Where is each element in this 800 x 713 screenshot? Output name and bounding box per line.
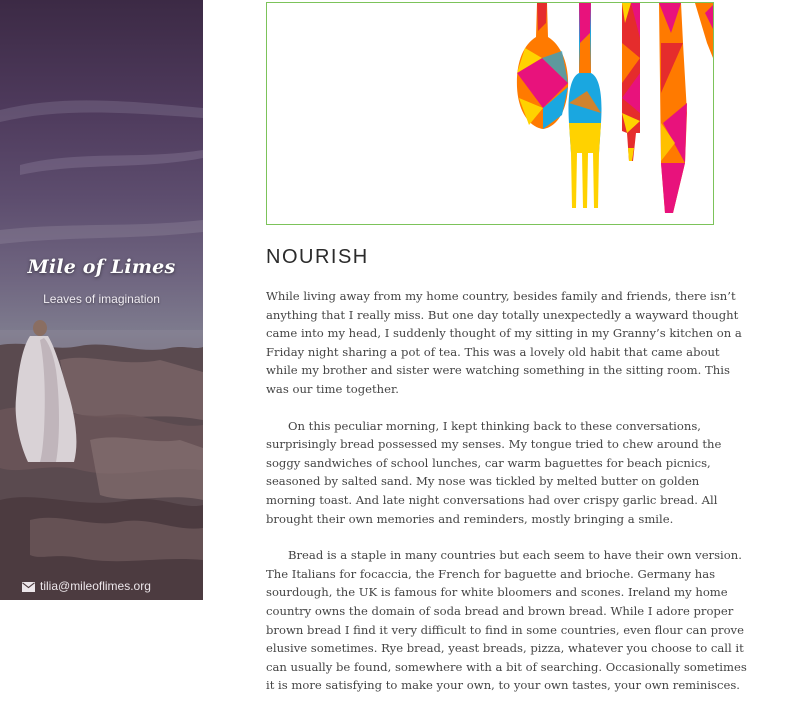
cutlery-illustration <box>516 3 713 213</box>
post-paragraph: On this peculiar morning, I kept thinkin… <box>266 418 722 526</box>
post-paragraph: Bread is a staple in many countries but … <box>266 548 747 693</box>
blade-illustration <box>659 3 687 213</box>
cutlery-illustration-right <box>695 3 713 58</box>
spoon-illustration <box>516 3 569 129</box>
main-content: NOURISH While living away from my home c… <box>266 0 747 692</box>
site-tagline: Leaves of imagination <box>43 292 160 306</box>
contact-email-text: tilia@mileoflimes.org <box>40 579 151 593</box>
site-title[interactable]: Mile of Limes <box>0 256 203 278</box>
post-body: While living away from my home country, … <box>266 287 750 713</box>
contact-email-link[interactable]: tilia@mileoflimes.org <box>22 579 151 593</box>
knife-illustration <box>622 3 640 161</box>
fork-illustration <box>568 3 602 208</box>
post-title[interactable]: NOURISH <box>266 246 369 269</box>
envelope-icon <box>22 581 35 592</box>
sidebar: Mile of Limes Leaves of imagination tili… <box>0 0 203 600</box>
post-paragraph: While living away from my home country, … <box>266 289 742 396</box>
featured-image[interactable] <box>266 2 714 225</box>
